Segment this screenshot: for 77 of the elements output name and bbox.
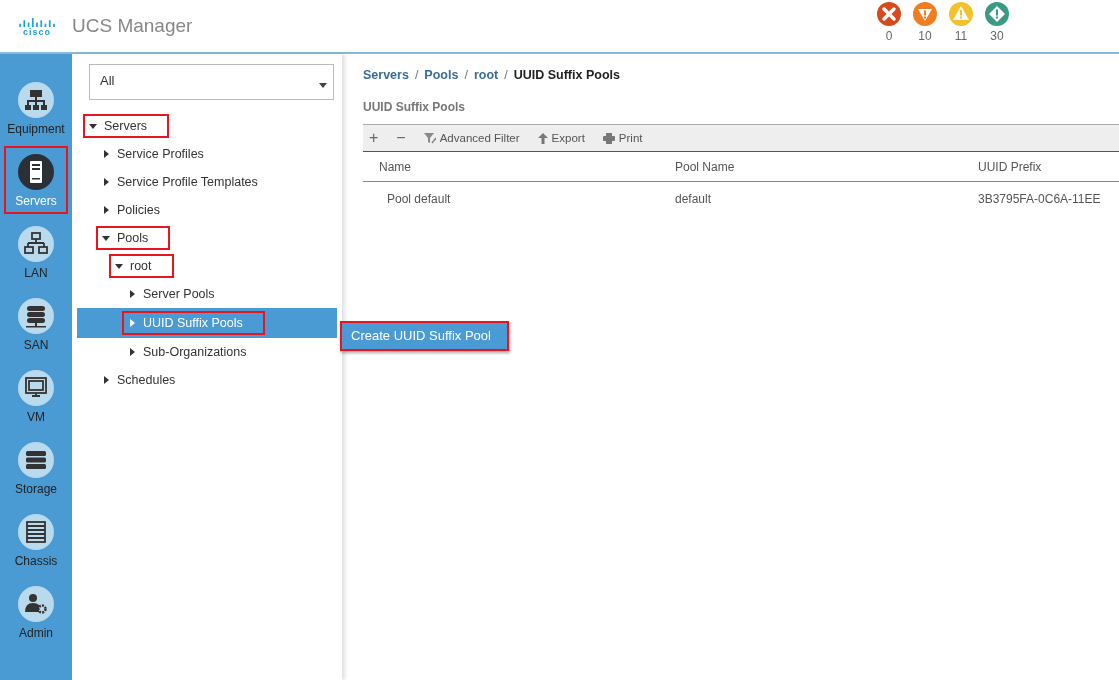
filter-button[interactable]: Advanced Filter bbox=[421, 132, 522, 144]
column-header[interactable]: Pool Name bbox=[659, 152, 962, 182]
caret-icon bbox=[102, 206, 110, 214]
storage-icon bbox=[18, 442, 54, 478]
up-arrow-icon bbox=[537, 132, 548, 144]
nav-item[interactable]: SAN bbox=[4, 294, 68, 354]
highlight-frame: Service Profiles bbox=[96, 142, 214, 166]
warning-fault-icon[interactable] bbox=[985, 2, 1009, 26]
highlight-frame: Service Profile Templates bbox=[96, 170, 268, 194]
column-header[interactable]: UUID Prefix bbox=[962, 152, 1119, 182]
highlight-frame: Pools bbox=[96, 226, 171, 250]
chassis-icon bbox=[18, 514, 54, 550]
fault-count: 11 bbox=[954, 29, 968, 43]
fault-count: 10 bbox=[918, 29, 932, 43]
filter-dropdown[interactable]: All bbox=[89, 64, 334, 100]
tree-item[interactable]: Policies bbox=[77, 196, 337, 224]
table-cell: Pool default bbox=[387, 192, 451, 206]
export-button[interactable]: Export bbox=[535, 132, 587, 144]
breadcrumb-item[interactable]: root bbox=[473, 68, 499, 82]
table-cell: default bbox=[675, 192, 712, 206]
breadcrumb-separator: / bbox=[504, 68, 508, 82]
caret-icon bbox=[115, 262, 123, 270]
nav-item[interactable]: LAN bbox=[4, 222, 68, 282]
admin-icon bbox=[18, 586, 54, 622]
major-fault-icon[interactable] bbox=[913, 2, 937, 26]
cisco-logo bbox=[19, 17, 55, 27]
nav-item[interactable]: Chassis bbox=[4, 510, 68, 570]
fault-count: 30 bbox=[990, 29, 1004, 43]
filter-icon bbox=[423, 132, 436, 144]
caret-icon bbox=[128, 348, 136, 356]
equipment-icon bbox=[18, 82, 54, 118]
caret-icon bbox=[102, 376, 110, 384]
nav-item[interactable]: Storage bbox=[4, 438, 68, 498]
tree-item[interactable]: Servers bbox=[77, 112, 337, 140]
tree-item[interactable]: Pools bbox=[77, 224, 337, 252]
vm-icon bbox=[18, 370, 54, 406]
breadcrumb-separator: / bbox=[464, 68, 468, 82]
servers-icon bbox=[18, 154, 54, 190]
nav-item[interactable]: VM bbox=[4, 366, 68, 426]
highlight-frame: Server Pools bbox=[122, 282, 225, 306]
breadcrumb-item: UUID Suffix Pools bbox=[513, 68, 620, 82]
tree-item[interactable]: Sub-Organizations bbox=[77, 338, 337, 366]
highlight-frame: UUID Suffix Pools bbox=[122, 311, 265, 335]
lan-icon bbox=[18, 226, 54, 262]
tree-item[interactable]: Server Pools bbox=[77, 280, 337, 308]
caret-icon bbox=[128, 290, 136, 298]
logo-text: cisco bbox=[23, 26, 51, 37]
highlight-frame: Schedules bbox=[96, 368, 186, 392]
table-row[interactable]: Pool default default 3B3795FA-0C6A-11EE bbox=[363, 181, 1119, 214]
nav-item[interactable]: Equipment bbox=[4, 78, 68, 138]
highlight-frame: Sub-Organizations bbox=[122, 340, 257, 364]
column-header[interactable]: Name bbox=[363, 152, 659, 182]
highlight-frame: root bbox=[109, 254, 174, 278]
fault-count: 0 bbox=[885, 29, 893, 43]
remove-button[interactable]: − bbox=[394, 129, 408, 147]
tree-item[interactable]: Service Profiles bbox=[77, 140, 337, 168]
tree-item[interactable]: Service Profile Templates bbox=[77, 168, 337, 196]
print-button[interactable]: Print bbox=[600, 132, 645, 144]
tree-item[interactable]: Schedules bbox=[77, 366, 337, 394]
caret-icon bbox=[128, 319, 136, 327]
table-cell: 3B3795FA-0C6A-11EE bbox=[978, 192, 1101, 206]
highlight-frame: Servers bbox=[83, 114, 170, 138]
caret-icon bbox=[89, 122, 97, 130]
nav-item[interactable]: Admin bbox=[4, 582, 68, 642]
highlight-frame: Policies bbox=[96, 198, 171, 222]
add-button[interactable]: + bbox=[367, 129, 381, 147]
breadcrumb-item[interactable]: Pools bbox=[424, 68, 459, 82]
caret-icon bbox=[102, 234, 110, 242]
critical-fault-icon[interactable] bbox=[877, 2, 901, 26]
caret-icon bbox=[102, 178, 110, 186]
breadcrumb-item[interactable]: Servers bbox=[363, 68, 409, 82]
tree-item[interactable]: root bbox=[77, 252, 337, 280]
app-title: UCS Manager bbox=[72, 15, 193, 37]
caret-icon bbox=[319, 83, 327, 88]
breadcrumb-separator: / bbox=[414, 68, 419, 82]
caret-icon bbox=[102, 150, 110, 158]
san-icon bbox=[18, 298, 54, 334]
